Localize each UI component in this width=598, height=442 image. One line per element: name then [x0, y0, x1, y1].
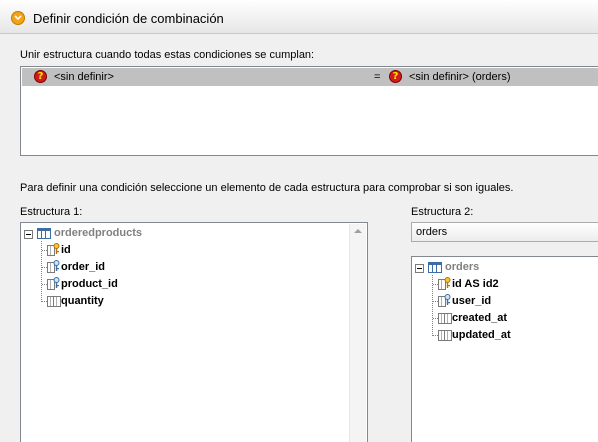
structure2-table-name: orders [445, 261, 480, 273]
structure2-column-user-id[interactable]: user_id [435, 294, 585, 310]
table-icon [37, 228, 51, 239]
structure1-column-id[interactable]: id [44, 243, 244, 259]
conditions-list[interactable]: ? <sin definir> = ? <sin definir> (order… [20, 66, 598, 156]
primary-key-icon [53, 243, 60, 254]
structure2-table-node[interactable]: orders [415, 260, 585, 276]
structure2-column-updated-at[interactable]: updated_at [435, 328, 585, 344]
structure1-column-quantity[interactable]: quantity [44, 294, 244, 310]
column-name: user_id [452, 295, 492, 307]
define-condition-hint: Para definir una condición seleccione un… [20, 182, 514, 194]
collapse-icon[interactable] [415, 264, 424, 273]
structure1-tree[interactable]: orderedproducts id order_id product_id q… [20, 222, 368, 442]
question-icon: ? [389, 70, 402, 83]
condition-row[interactable]: ? <sin definir> = ? <sin definir> (order… [22, 68, 598, 86]
collapse-icon[interactable] [24, 230, 33, 239]
structure1-column-order-id[interactable]: order_id [44, 260, 244, 276]
column-icon [53, 296, 61, 307]
column-name: updated_at [452, 329, 511, 341]
join-conditions-label: Unir estructura cuando todas estas condi… [20, 49, 315, 61]
foreign-key-icon [444, 294, 451, 305]
condition-operator: = [374, 71, 381, 83]
condition-left[interactable]: <sin definir> [54, 71, 114, 83]
column-name: product_id [61, 278, 118, 290]
structure2-column-id[interactable]: id AS id2 [435, 277, 585, 293]
column-name: id AS id2 [452, 278, 499, 290]
structure2-selected-value: orders [416, 226, 448, 238]
altova-dialog-icon [11, 11, 25, 25]
scroll-up-icon[interactable] [354, 229, 362, 233]
structure2-tree[interactable]: orders id AS id2 user_id created_at upda… [411, 256, 598, 442]
primary-key-icon [444, 277, 451, 288]
structure1-table-node[interactable]: orderedproducts [24, 226, 344, 242]
structure2-label: Estructura 2: [411, 206, 474, 218]
foreign-key-icon [53, 260, 60, 271]
table-icon [428, 262, 442, 273]
foreign-key-icon [53, 277, 60, 288]
dialog-title: Definir condición de combinación [33, 11, 224, 26]
column-name: quantity [61, 295, 104, 307]
condition-right[interactable]: <sin definir> (orders) [409, 71, 511, 83]
column-icon [444, 330, 452, 341]
structure1-column-product-id[interactable]: product_id [44, 277, 244, 293]
structure1-table-name: orderedproducts [54, 227, 143, 239]
column-name: order_id [61, 261, 106, 273]
structure1-label: Estructura 1: [20, 206, 83, 218]
structure2-column-created-at[interactable]: created_at [435, 311, 585, 327]
column-icon [444, 313, 452, 324]
structure2-select[interactable]: orders [411, 222, 598, 242]
structure1-scrollbar[interactable] [349, 224, 366, 442]
question-icon: ? [34, 70, 47, 83]
column-name: id [61, 244, 71, 256]
dialog-titlebar: Definir condición de combinación [0, 0, 598, 34]
column-name: created_at [452, 312, 508, 324]
